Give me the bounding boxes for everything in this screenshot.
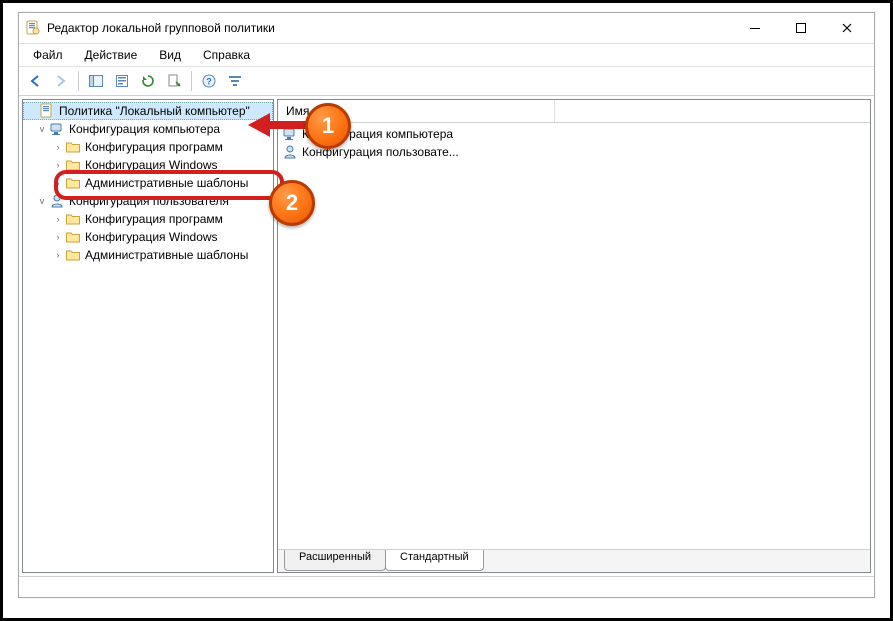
tree-label: Конфигурация Windows [83, 158, 218, 172]
help-button[interactable]: ? [197, 69, 221, 93]
forward-button[interactable] [49, 69, 73, 93]
tree-label: Административные шаблоны [83, 248, 248, 262]
svg-text:?: ? [206, 77, 212, 87]
folder-icon [65, 157, 81, 173]
refresh-button[interactable] [136, 69, 160, 93]
folder-icon [65, 211, 81, 227]
export-list-button[interactable] [162, 69, 186, 93]
tree-label: Политика "Локальный компьютер" [57, 104, 250, 118]
tree-computer-config[interactable]: v Конфигурация компьютера [23, 120, 273, 138]
tree-cc-windows[interactable]: › Конфигурация Windows [23, 156, 273, 174]
tree-label: Конфигурация компьютера [67, 122, 220, 136]
window-controls [732, 14, 870, 42]
tree-label: Административные шаблоны [83, 176, 248, 190]
expand-icon[interactable]: › [51, 214, 65, 224]
policy-icon [39, 103, 55, 119]
minimize-button[interactable] [732, 14, 778, 42]
window-title: Редактор локальной групповой политики [47, 21, 732, 35]
list-body[interactable]: Конфигурация компьютера Конфигурация пол… [278, 123, 870, 549]
show-hide-tree-button[interactable] [84, 69, 108, 93]
expand-icon[interactable]: › [51, 232, 65, 242]
menu-help[interactable]: Справка [193, 46, 260, 64]
tree-label: Конфигурация пользователя [67, 194, 229, 208]
tree-label: Конфигурация Windows [83, 230, 218, 244]
tree-label: Конфигурация программ [83, 212, 223, 226]
folder-icon [65, 247, 81, 263]
collapse-icon[interactable]: v [35, 196, 49, 206]
expand-icon[interactable]: › [51, 250, 65, 260]
folder-icon [65, 229, 81, 245]
menu-bar: Файл Действие Вид Справка [19, 44, 874, 67]
toolbar-separator [78, 71, 79, 91]
collapse-icon[interactable]: v [35, 124, 49, 134]
menu-action[interactable]: Действие [75, 46, 148, 64]
filter-button[interactable] [223, 69, 247, 93]
user-icon [282, 144, 298, 160]
expand-icon[interactable]: › [51, 142, 65, 152]
client-area: Политика "Локальный компьютер" v Конфигу… [19, 96, 874, 576]
column-name[interactable]: Имя [278, 100, 555, 122]
tree-uc-software[interactable]: › Конфигурация программ [23, 210, 273, 228]
status-bar [19, 576, 874, 597]
list-header: Имя [278, 100, 870, 123]
app-window: Редактор локальной групповой политики Фа… [18, 12, 875, 598]
list-item-computer-config[interactable]: Конфигурация компьютера [278, 125, 870, 143]
maximize-button[interactable] [778, 14, 824, 42]
list-pane: Имя Конфигурация компьютера [277, 99, 871, 573]
tree-root[interactable]: Политика "Локальный компьютер" [23, 102, 273, 120]
app-icon [25, 20, 41, 36]
close-button[interactable] [824, 14, 870, 42]
toolbar: ? [19, 67, 874, 96]
title-bar: Редактор локальной групповой политики [19, 13, 874, 44]
tree-uc-windows[interactable]: › Конфигурация Windows [23, 228, 273, 246]
tab-extended[interactable]: Расширенный [284, 550, 386, 571]
tree-label: Конфигурация программ [83, 140, 223, 154]
properties-button[interactable] [110, 69, 134, 93]
tree-cc-admin-templates[interactable]: › Административные шаблоны [23, 174, 273, 192]
user-icon [49, 193, 65, 209]
expand-icon[interactable]: › [51, 160, 65, 170]
folder-icon [65, 139, 81, 155]
computer-icon [49, 121, 65, 137]
view-tabs: Расширенный Стандартный [278, 549, 870, 572]
back-button[interactable] [23, 69, 47, 93]
list-item-user-config[interactable]: Конфигурация пользовате... [278, 143, 870, 161]
tree-pane[interactable]: Политика "Локальный компьютер" v Конфигу… [22, 99, 274, 573]
toolbar-separator [191, 71, 192, 91]
tree-user-config[interactable]: v Конфигурация пользователя [23, 192, 273, 210]
menu-view[interactable]: Вид [149, 46, 191, 64]
list-item-label: Конфигурация пользовате... [302, 145, 459, 159]
tree-cc-software[interactable]: › Конфигурация программ [23, 138, 273, 156]
policy-tree: Политика "Локальный компьютер" v Конфигу… [23, 100, 273, 264]
tree-uc-admin-templates[interactable]: › Административные шаблоны [23, 246, 273, 264]
tab-standard[interactable]: Стандартный [385, 550, 484, 571]
folder-icon [65, 175, 81, 191]
menu-file[interactable]: Файл [23, 46, 73, 64]
list-item-label: Конфигурация компьютера [302, 127, 453, 141]
computer-icon [282, 126, 298, 142]
expand-icon[interactable]: › [51, 178, 65, 188]
